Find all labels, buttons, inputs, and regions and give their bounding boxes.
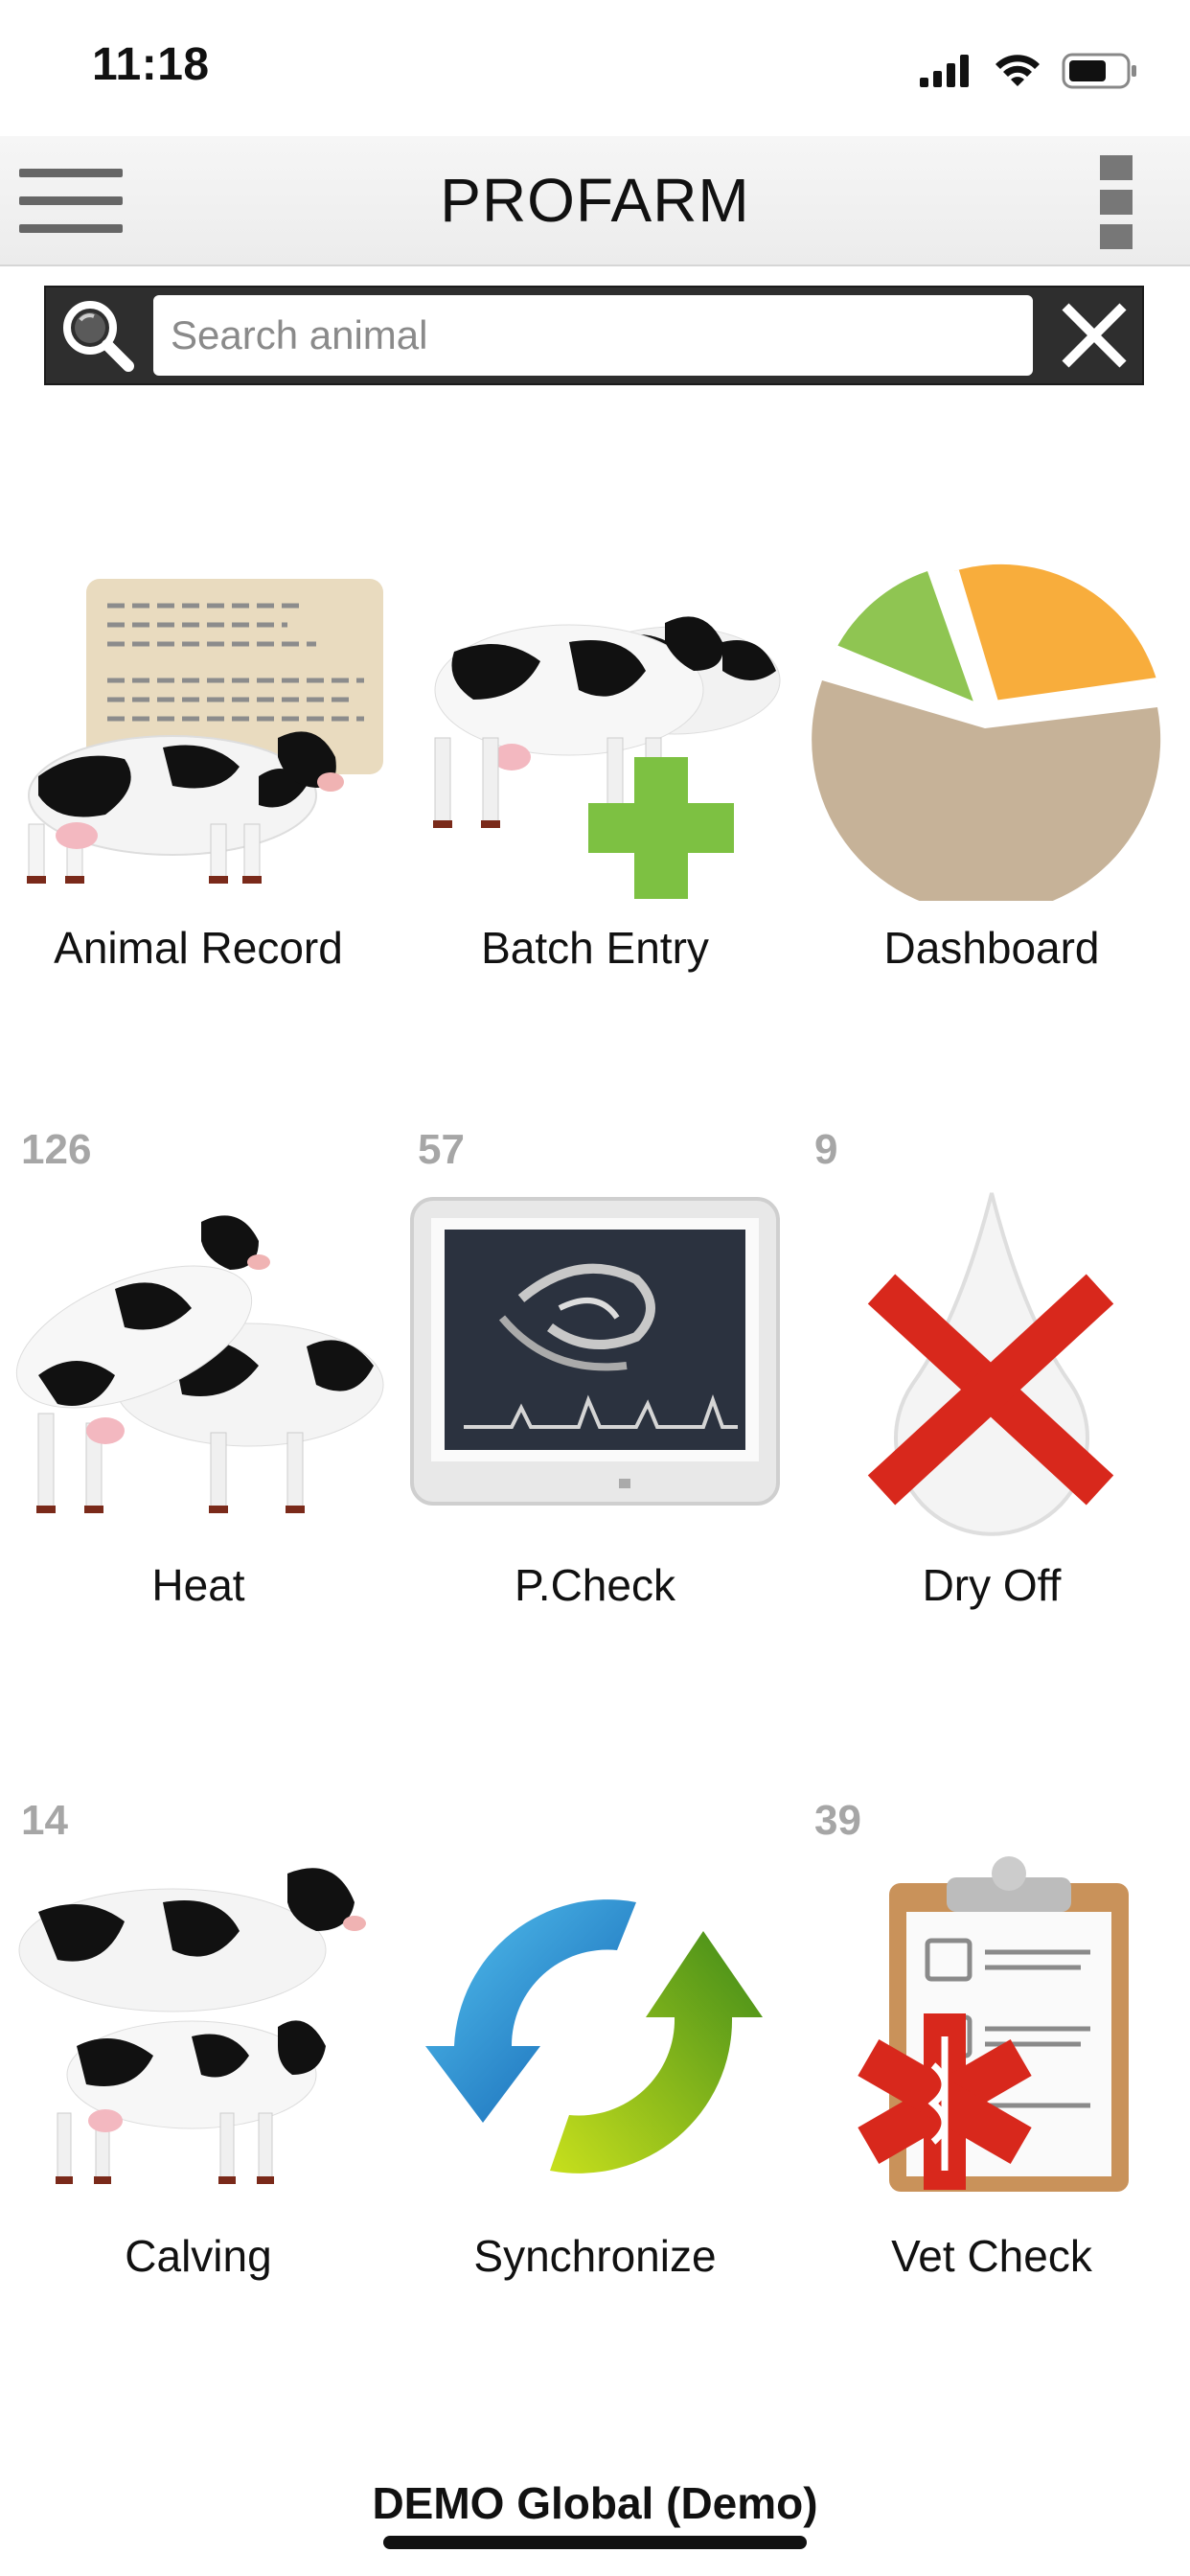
- tile-p-check[interactable]: 57 P.Check: [397, 1126, 793, 1663]
- battery-icon: [1062, 53, 1136, 89]
- farm-name: DEMO Global (Demo): [372, 2478, 818, 2528]
- tile-count: 9: [814, 1126, 838, 1173]
- heat-icon: [15, 1215, 384, 1513]
- signal-icon: [920, 55, 969, 87]
- tile-dry-off[interactable]: 9 Dry Off: [793, 1126, 1190, 1663]
- tile-label: Dry Off: [922, 1560, 1062, 1610]
- search-input[interactable]: [153, 295, 1033, 376]
- tile-animal-record[interactable]: Animal Record: [0, 489, 397, 1025]
- app-bar: PROFARM: [0, 136, 1190, 266]
- overflow-menu-icon[interactable]: [1100, 155, 1133, 249]
- tile-label: Heat: [151, 1560, 245, 1610]
- tile-dashboard[interactable]: Dashboard: [793, 489, 1190, 1025]
- batch-entry-icon: [433, 616, 781, 899]
- sync-icon: [425, 1899, 763, 2174]
- close-icon[interactable]: [1054, 295, 1134, 376]
- status-icons: [920, 50, 1138, 92]
- tile-label: Synchronize: [473, 2231, 717, 2281]
- tile-heat[interactable]: 126 Heat: [0, 1126, 397, 1663]
- app-title: PROFARM: [440, 166, 750, 235]
- pie-chart-icon: [812, 564, 1161, 901]
- tile-synchronize[interactable]: Synchronize: [397, 1797, 793, 2334]
- tile-label: P.Check: [515, 1560, 675, 1610]
- vet-check-icon: [858, 1856, 1129, 2192]
- tile-label: Dashboard: [883, 923, 1100, 973]
- tile-label: Batch Entry: [481, 923, 709, 973]
- search-icon[interactable]: [54, 293, 146, 378]
- tile-vet-check[interactable]: 39 Vet Check: [793, 1797, 1190, 2334]
- status-time: 11:18: [92, 39, 210, 90]
- tile-calving[interactable]: 14 Calving: [0, 1797, 397, 2334]
- tile-batch-entry[interactable]: Batch Entry: [397, 489, 793, 1025]
- tile-label: Vet Check: [891, 2231, 1092, 2281]
- tile-count: 39: [814, 1797, 861, 1844]
- ultrasound-monitor-icon: [410, 1197, 780, 1506]
- status-bar: 11:18: [0, 0, 1190, 136]
- dry-off-icon: [867, 1192, 1114, 1536]
- tile-count: 14: [21, 1797, 68, 1844]
- animal-record-icon: [27, 579, 383, 884]
- tile-label: Animal Record: [54, 923, 343, 973]
- wifi-icon: [995, 55, 1040, 86]
- tile-label: Calving: [125, 2231, 272, 2281]
- search-bar: [44, 286, 1144, 385]
- tile-count: 126: [21, 1126, 92, 1173]
- calving-icon: [18, 1868, 366, 2184]
- home-indicator[interactable]: [383, 2536, 807, 2549]
- tile-count: 57: [418, 1126, 465, 1173]
